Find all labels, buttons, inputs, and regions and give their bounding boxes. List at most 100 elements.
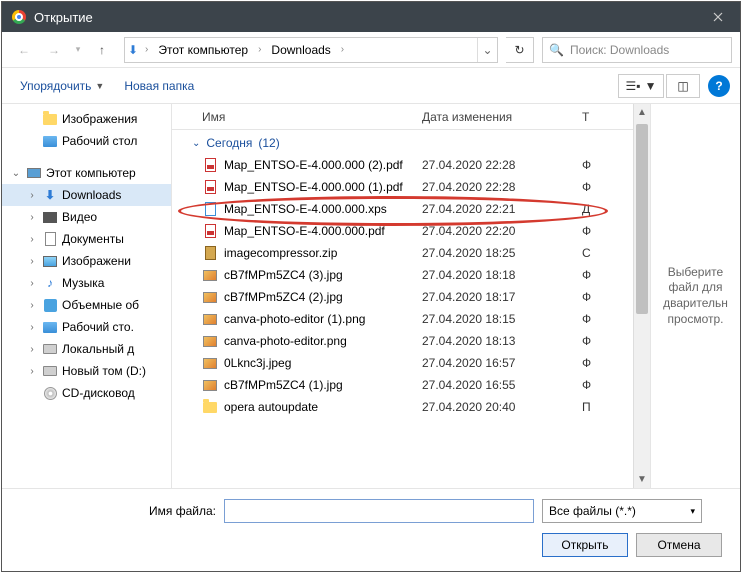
col-type[interactable]: Т	[582, 110, 612, 124]
file-type: Ф	[582, 356, 612, 370]
file-date: 27.04.2020 18:18	[422, 268, 582, 282]
file-type: П	[582, 400, 612, 414]
back-button[interactable]: ←	[10, 37, 38, 63]
organize-button[interactable]: Упорядочить ▼	[12, 75, 112, 97]
chevron-down-icon: ▾	[690, 506, 695, 517]
tree-cd[interactable]: CD-дисковод	[2, 382, 171, 404]
scroll-down-arrow[interactable]: ▼	[634, 471, 650, 488]
breadcrumb-dropdown[interactable]: ⌄	[477, 38, 497, 62]
column-headers: Имя Дата изменения Т	[172, 104, 633, 130]
tree-this-pc[interactable]: ⌄Этот компьютер	[2, 162, 171, 184]
file-row[interactable]: 0Lknc3j.jpeg 27.04.2020 16:57Ф	[172, 352, 633, 374]
new-folder-button[interactable]: Новая папка	[116, 75, 202, 97]
tree-local-c[interactable]: ›Локальный д	[2, 338, 171, 360]
file-type: Д	[582, 202, 612, 216]
file-row[interactable]: opera autoupdate 27.04.2020 20:40П	[172, 396, 633, 418]
crumb-folder[interactable]: Downloads	[265, 38, 336, 62]
tree-images[interactable]: ›Изображени	[2, 250, 171, 272]
chevron-icon: ›	[337, 44, 348, 55]
file-name: Map_ENTSO-E-4.000.000.xps	[224, 202, 387, 216]
file-type: Ф	[582, 158, 612, 172]
close-button[interactable]	[695, 2, 740, 32]
file-type: Ф	[582, 224, 612, 238]
breadcrumb[interactable]: ⬇ › Этот компьютер › Downloads › ⌄	[124, 37, 498, 63]
file-name: Map_ENTSO-E-4.000.000 (1).pdf	[224, 180, 403, 194]
file-row[interactable]: cB7fMPm5ZC4 (2).jpg27.04.2020 18:17Ф	[172, 286, 633, 308]
filename-input[interactable]	[224, 499, 534, 523]
file-row[interactable]: imagecompressor.zip27.04.2020 18:25С	[172, 242, 633, 264]
preview-pane: Выберите файл для дварительн просмотр.	[650, 104, 740, 488]
vertical-scrollbar[interactable]: ▲ ▼	[633, 104, 650, 488]
file-type: Ф	[582, 180, 612, 194]
tree-pictures[interactable]: Изображения	[2, 108, 171, 130]
file-type: С	[582, 246, 612, 260]
tree-desktop2[interactable]: ›Рабочий сто.	[2, 316, 171, 338]
toolbar: Упорядочить ▼ Новая папка ☰▪ ▼ ◫ ?	[2, 68, 740, 104]
footer: Имя файла: Все файлы (*.*) ▾ Открыть Отм…	[2, 488, 740, 571]
file-type: Ф	[582, 334, 612, 348]
tree-documents[interactable]: ›Документы	[2, 228, 171, 250]
preview-icon: ◫	[677, 79, 688, 93]
file-date: 27.04.2020 22:28	[422, 158, 582, 172]
tree-desktop[interactable]: Рабочий стол	[2, 130, 171, 152]
crumb-pc[interactable]: Этот компьютер	[152, 38, 254, 62]
tree-3d[interactable]: ›Объемные об	[2, 294, 171, 316]
recent-dropdown[interactable]: ▾	[70, 37, 86, 63]
file-name: opera autoupdate	[224, 400, 318, 414]
col-name[interactable]: Имя	[172, 110, 422, 124]
group-today[interactable]: ⌄ Сегодня (12)	[172, 130, 633, 154]
tree-music[interactable]: ›♪Музыка	[2, 272, 171, 294]
cancel-button[interactable]: Отмена	[636, 533, 722, 557]
up-button[interactable]: ↑	[88, 37, 116, 63]
collapse-icon[interactable]: ⌄	[10, 168, 22, 179]
filetype-filter[interactable]: Все файлы (*.*) ▾	[542, 499, 702, 523]
file-row[interactable]: canva-photo-editor (1).png27.04.2020 18:…	[172, 308, 633, 330]
chevron-icon: ›	[141, 44, 152, 55]
file-name: 0Lknc3j.jpeg	[224, 356, 291, 370]
chrome-icon	[12, 10, 26, 24]
down-arrow-icon: ⬇	[125, 42, 141, 58]
col-date[interactable]: Дата изменения	[422, 110, 582, 124]
view-mode-button[interactable]: ☰▪ ▼	[618, 74, 664, 98]
refresh-button[interactable]: ↻	[506, 37, 534, 63]
tree-downloads[interactable]: ›⬇Downloads	[2, 184, 171, 206]
forward-button[interactable]: →	[40, 37, 68, 63]
scroll-thumb[interactable]	[636, 124, 648, 314]
file-list-pane: Имя Дата изменения Т ⌄ Сегодня (12) Map_…	[172, 104, 633, 488]
file-name: Map_ENTSO-E-4.000.000 (2).pdf	[224, 158, 403, 172]
tree-local-d[interactable]: ›Новый том (D:)	[2, 360, 171, 382]
tree-video[interactable]: ›Видео	[2, 206, 171, 228]
file-row[interactable]: canva-photo-editor.png 27.04.2020 18:13Ф	[172, 330, 633, 352]
preview-pane-button[interactable]: ◫	[666, 74, 700, 98]
nav-tree: Изображения Рабочий стол ⌄Этот компьютер…	[2, 104, 172, 488]
file-date: 27.04.2020 18:15	[422, 312, 582, 326]
file-row[interactable]: cB7fMPm5ZC4 (3).jpg27.04.2020 18:18Ф	[172, 264, 633, 286]
file-date: 27.04.2020 16:57	[422, 356, 582, 370]
file-row[interactable]: Map_ENTSO-E-4.000.000.pdf27.04.2020 22:2…	[172, 220, 633, 242]
organize-label: Упорядочить	[20, 79, 91, 93]
help-button[interactable]: ?	[708, 75, 730, 97]
open-button[interactable]: Открыть	[542, 533, 628, 557]
scroll-up-arrow[interactable]: ▲	[634, 104, 650, 121]
chevron-down-icon: ▼	[95, 81, 104, 91]
file-date: 27.04.2020 18:17	[422, 290, 582, 304]
file-date: 27.04.2020 22:21	[422, 202, 582, 216]
nav-bar: ← → ▾ ↑ ⬇ › Этот компьютер › Downloads ›…	[2, 32, 740, 68]
search-box[interactable]: 🔍 Поиск: Downloads	[542, 37, 732, 63]
file-open-dialog: Открытие ← → ▾ ↑ ⬇ › Этот компьютер › Do…	[1, 1, 741, 572]
file-date: 27.04.2020 16:55	[422, 378, 582, 392]
file-type: Ф	[582, 378, 612, 392]
filename-label: Имя файла:	[16, 504, 216, 518]
file-name: canva-photo-editor.png	[224, 334, 347, 348]
file-row[interactable]: cB7fMPm5ZC4 (1).jpg27.04.2020 16:55Ф	[172, 374, 633, 396]
expand-icon[interactable]: ›	[26, 190, 38, 201]
search-placeholder: Поиск: Downloads	[570, 43, 669, 57]
file-row[interactable]: Map_ENTSO-E-4.000.000 (2).pdf 27.04.2020 …	[172, 154, 633, 176]
file-list: ⌄ Сегодня (12) Map_ENTSO-E-4.000.000 (2)…	[172, 130, 633, 488]
file-row[interactable]: Map_ENTSO-E-4.000.000 (1).pdf27.04.2020 …	[172, 176, 633, 198]
file-date: 27.04.2020 22:20	[422, 224, 582, 238]
chevron-down-icon: ⌄	[192, 138, 200, 149]
file-date: 27.04.2020 18:13	[422, 334, 582, 348]
file-date: 27.04.2020 20:40	[422, 400, 582, 414]
file-row[interactable]: Map_ENTSO-E-4.000.000.xps 27.04.2020 22:2…	[172, 198, 633, 220]
